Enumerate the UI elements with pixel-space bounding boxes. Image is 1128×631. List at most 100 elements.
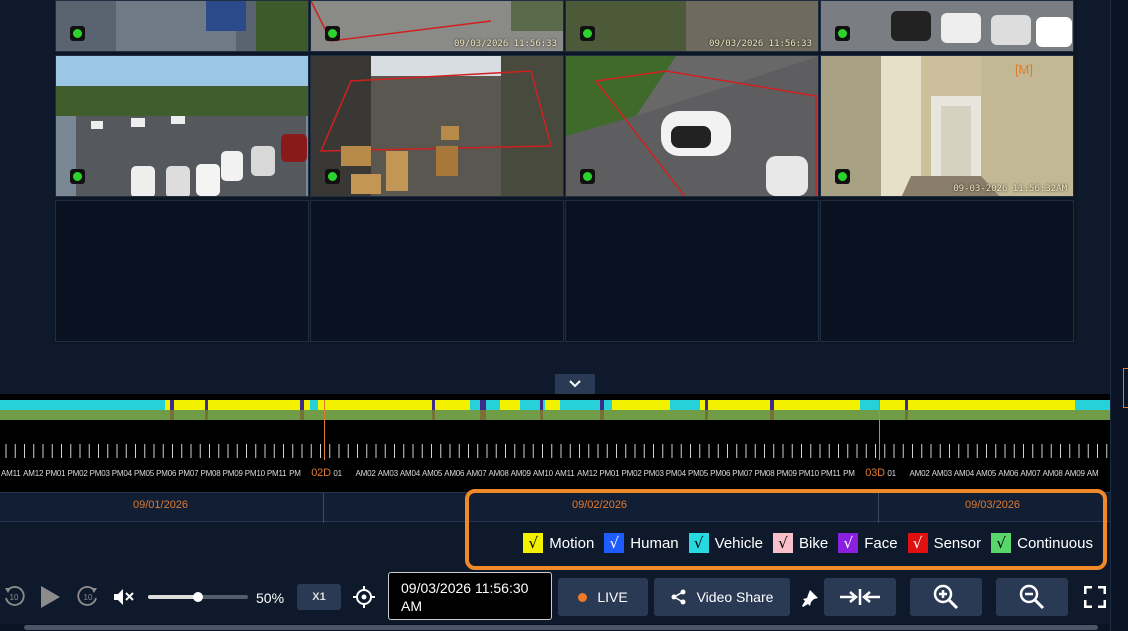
video-share-button[interactable]: Video Share bbox=[654, 578, 790, 616]
rewind-label: 10 bbox=[10, 593, 19, 602]
hour-label: AM05 bbox=[422, 469, 443, 478]
volume-thumb[interactable] bbox=[193, 592, 203, 602]
legend-sensor[interactable]: √ Sensor bbox=[907, 533, 981, 553]
hour-label: PM06 bbox=[710, 469, 731, 478]
mute-button[interactable] bbox=[112, 586, 134, 608]
camera-tile-5[interactable] bbox=[55, 55, 309, 197]
checkbox-icon[interactable]: √ bbox=[838, 533, 859, 553]
fullscreen-icon bbox=[1084, 586, 1106, 608]
crosshair-icon bbox=[353, 586, 375, 608]
legend-motion[interactable]: √ Motion bbox=[523, 533, 594, 553]
fit-timeline-button[interactable] bbox=[824, 578, 896, 616]
volume-percent: 50% bbox=[256, 590, 285, 606]
forward-10-button[interactable]: 10 bbox=[76, 584, 100, 608]
legend-bike[interactable]: √ Bike bbox=[773, 533, 828, 553]
forward-label: 10 bbox=[84, 593, 93, 602]
online-status-icon bbox=[325, 26, 340, 41]
forward-icon: 10 bbox=[77, 586, 97, 606]
camera-feed-parked-cars bbox=[821, 1, 1073, 51]
hour-label: AM11 bbox=[555, 469, 575, 478]
hour-label: PM07 bbox=[178, 469, 199, 478]
rewind-10-button[interactable]: 10 bbox=[2, 584, 26, 608]
hour-label: 03D bbox=[865, 467, 885, 479]
playback-timeline[interactable]: AM11 AM12 PM01 PM02 PM03 PM04 PM05 PM06 PM07 PM08… bbox=[0, 394, 1110, 492]
play-button[interactable] bbox=[38, 584, 62, 610]
checkbox-icon[interactable]: √ bbox=[604, 533, 625, 553]
pin-icon bbox=[802, 590, 818, 607]
locate-button[interactable] bbox=[352, 585, 376, 609]
video-share-label: Video Share bbox=[696, 589, 774, 605]
camera-tile-3[interactable]: 09/03/2026 11:56:33 bbox=[565, 0, 819, 52]
hour-label: AM09 bbox=[1064, 469, 1085, 478]
camera-tile-1[interactable] bbox=[55, 0, 309, 52]
hour-label: PM bbox=[843, 469, 855, 478]
legend-label: Face bbox=[864, 534, 898, 552]
camera-tile-8[interactable]: [M] 09-03-2026 11:56:32AM bbox=[820, 55, 1074, 197]
live-dot-icon bbox=[578, 592, 588, 602]
day-boundary-03D bbox=[879, 400, 880, 460]
legend-face[interactable]: √ Face bbox=[838, 533, 898, 553]
hour-label: PM10 bbox=[798, 469, 819, 478]
collapse-grid-button[interactable] bbox=[555, 374, 595, 394]
camera-tile-2[interactable]: 09/03/2026 11:56:33 bbox=[310, 0, 564, 52]
hour-label: PM bbox=[289, 469, 301, 478]
empty-tile[interactable] bbox=[55, 200, 309, 342]
fullscreen-button[interactable] bbox=[1082, 584, 1108, 610]
playback-screen: 09/03/2026 11:56:33 09/03/2026 11:56:33 bbox=[0, 0, 1128, 631]
checkbox-icon[interactable]: √ bbox=[523, 533, 544, 553]
legend-vehicle[interactable]: √ Vehicle bbox=[688, 533, 763, 553]
hour-label: PM08 bbox=[754, 469, 775, 478]
hour-label: PM02 bbox=[621, 469, 642, 478]
rewind-icon: 10 bbox=[5, 586, 25, 606]
event-legend: √ Motion √ Human √ Vehicle √ Bike √ Face √ Sensor √ C… bbox=[465, 489, 1107, 570]
camera-tile-4[interactable] bbox=[820, 0, 1074, 52]
checkbox-icon[interactable]: √ bbox=[688, 533, 709, 553]
legend-continuous[interactable]: √ Continuous bbox=[991, 533, 1093, 553]
hour-label: AM bbox=[1086, 469, 1099, 478]
speed-button[interactable]: X1 bbox=[297, 584, 341, 610]
hour-label: PM02 bbox=[67, 469, 88, 478]
scrollbar-thumb[interactable] bbox=[24, 625, 1098, 630]
empty-tile[interactable] bbox=[565, 200, 819, 342]
pin-button[interactable] bbox=[798, 586, 822, 610]
checkbox-icon[interactable]: √ bbox=[773, 533, 794, 553]
hour-label: AM02 bbox=[909, 469, 930, 478]
hour-label: AM09 bbox=[510, 469, 531, 478]
hour-label: AM03 bbox=[931, 469, 952, 478]
online-status-icon bbox=[580, 169, 595, 184]
chevron-down-icon bbox=[569, 380, 581, 388]
zoom-out-icon bbox=[1019, 584, 1045, 610]
hour-label: PM06 bbox=[156, 469, 177, 478]
datetime-input[interactable]: 09/03/2026 11:56:30 AM bbox=[388, 572, 552, 620]
empty-tile[interactable] bbox=[310, 200, 564, 342]
horizontal-scrollbar[interactable] bbox=[0, 624, 1110, 631]
hour-label: AM12 bbox=[23, 469, 44, 478]
camera-timestamp: 09/03/2026 11:56:33 bbox=[709, 39, 812, 49]
volume-slider[interactable] bbox=[148, 592, 248, 602]
hour-label: AM10 bbox=[532, 469, 553, 478]
play-icon bbox=[41, 586, 60, 608]
timeline-ticks bbox=[5, 444, 1108, 458]
vertical-scrollbar[interactable] bbox=[1110, 0, 1128, 631]
playback-controls: 10 10 50% X1 09/03/2026 11:56:30 AM LIVE… bbox=[0, 572, 1110, 622]
live-button[interactable]: LIVE bbox=[558, 578, 648, 616]
camera-feed-driveway bbox=[566, 56, 818, 196]
hour-label: AM08 bbox=[488, 469, 509, 478]
checkbox-icon[interactable]: √ bbox=[907, 533, 928, 553]
checkbox-icon[interactable]: √ bbox=[991, 533, 1012, 553]
camera-tile-7[interactable] bbox=[565, 55, 819, 197]
hour-label: PM05 bbox=[133, 469, 155, 478]
empty-tile[interactable] bbox=[820, 200, 1074, 342]
camera-tile-6[interactable] bbox=[310, 55, 564, 197]
hour-label: AM05 bbox=[976, 469, 997, 478]
online-status-icon bbox=[835, 169, 850, 184]
motion-mark: [M] bbox=[1014, 62, 1033, 77]
hour-label: AM07 bbox=[466, 469, 487, 478]
legend-human[interactable]: √ Human bbox=[604, 533, 679, 553]
legend-label: Human bbox=[630, 534, 679, 552]
date-separator bbox=[323, 493, 324, 523]
online-status-icon bbox=[580, 26, 595, 41]
zoom-out-button[interactable] bbox=[996, 578, 1068, 616]
zoom-in-button[interactable] bbox=[910, 578, 982, 616]
timeline-hour-labels: AM11 AM12 PM01 PM02 PM03 PM04 PM05 PM06 PM07 PM08… bbox=[0, 467, 1110, 481]
